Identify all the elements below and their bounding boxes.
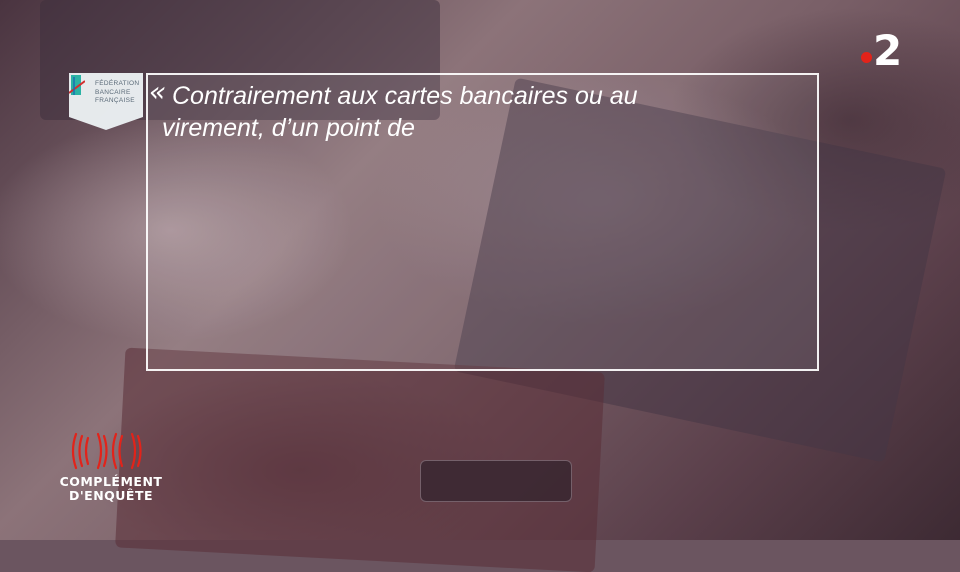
source-badge-line2: BANCAIRE [95,88,131,96]
show-logo: COMPLÉMENT D'ENQUÊTE [52,430,170,505]
background-amount-box [420,460,572,502]
channel-dot-icon [861,52,872,63]
show-logo-icon [71,432,142,470]
show-title-line2: D'ENQUÊTE [68,488,154,503]
ffb-logo-icon [69,75,85,95]
source-badge: FÉDÉRATION BANCAIRE FRANÇAISE [69,73,143,130]
channel-number: 2 [873,26,903,75]
show-title-line1: COMPLÉMENT [59,474,163,489]
quote-line-2: virement, d’un point de [162,114,415,142]
source-badge-text: FÉDÉRATION BANCAIRE FRANÇAISE [95,80,143,106]
quote-line-1: Contrairement aux cartes bancaires ou au [172,82,638,110]
source-badge-line1: FÉDÉRATION [95,80,140,87]
source-badge-line3: FRANÇAISE [95,97,135,104]
quote-text: Contrairement aux cartes bancaires ou au… [162,80,802,144]
channel-logo: 2 [861,26,907,75]
